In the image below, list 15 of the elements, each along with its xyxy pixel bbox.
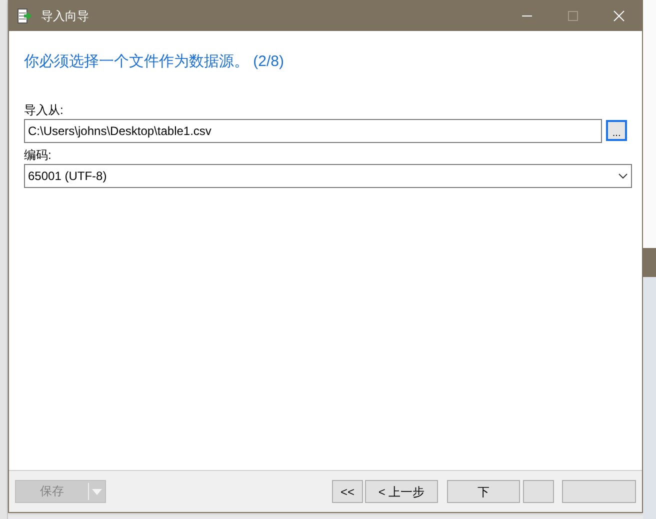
browse-button[interactable]: ... (606, 120, 627, 141)
wizard-button[interactable]: << (332, 480, 363, 503)
encoding-dropdown[interactable]: 65001 (UTF-8) (24, 164, 632, 188)
caret-icon (92, 489, 102, 495)
wizard-button[interactable]: < 上一步 (365, 480, 438, 503)
import-table-icon (17, 8, 33, 24)
window-title: 导入向导 (41, 8, 89, 25)
step-heading: 你必须选择一个文件作为数据源。 (2/8) (24, 52, 286, 72)
source-path-field[interactable]: C:\Users\johns\Desktop\table1.csv (24, 118, 602, 142)
wizard-button[interactable]: 下 (447, 480, 520, 503)
footer-button[interactable] (562, 480, 636, 503)
footer-button[interactable] (523, 480, 554, 503)
chevron-down-icon (618, 172, 628, 178)
source-label: 导入从: (24, 102, 64, 118)
encoding-label: 编码: (24, 146, 52, 164)
